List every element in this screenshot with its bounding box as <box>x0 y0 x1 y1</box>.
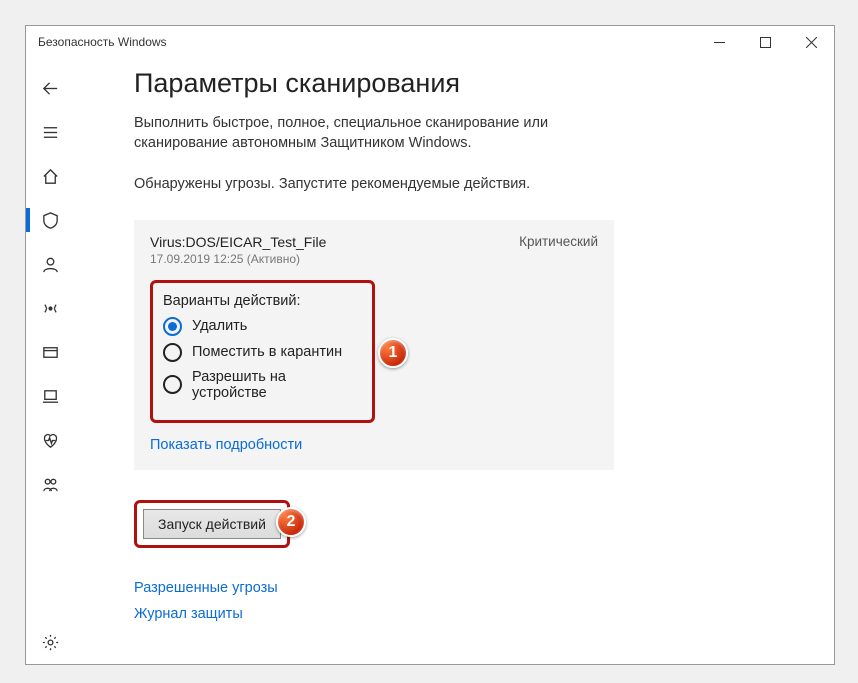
run-actions-highlight: Запуск действий <box>134 500 290 548</box>
window-body: Параметры сканирования Выполнить быстрое… <box>26 58 834 664</box>
annotation-callout-2: 2 <box>276 507 306 537</box>
window-title: Безопасность Windows <box>38 35 696 49</box>
radio-option-delete[interactable]: Удалить <box>163 317 358 336</box>
protection-history-link[interactable]: Журнал защиты <box>134 606 804 622</box>
sidebar-item-device-health[interactable] <box>26 418 74 462</box>
status-line: Обнаружены угрозы. Запустите рекомендуем… <box>134 176 804 192</box>
annotation-callout-1: 1 <box>378 338 408 368</box>
radio-label: Поместить в карантин <box>192 344 342 360</box>
bottom-links: Разрешенные угрозы Журнал защиты <box>134 580 804 622</box>
back-button[interactable] <box>26 66 74 110</box>
sidebar-item-app-control[interactable] <box>26 330 74 374</box>
radio-icon <box>163 317 182 336</box>
radio-label: Удалить <box>192 318 247 334</box>
maximize-button[interactable] <box>742 26 788 58</box>
sidebar-item-virus-protection[interactable] <box>26 198 74 242</box>
sidebar-item-firewall[interactable] <box>26 286 74 330</box>
radio-option-allow[interactable]: Разрешить на устройстве <box>163 369 358 401</box>
minimize-button[interactable] <box>696 26 742 58</box>
app-window: Безопасность Windows <box>25 25 835 665</box>
sidebar-spacer <box>26 506 74 620</box>
sidebar-item-account[interactable] <box>26 242 74 286</box>
threat-header: Virus:DOS/EICAR_Test_File Критический <box>150 234 598 250</box>
page-subtext: Выполнить быстрое, полное, специальное с… <box>134 113 594 154</box>
threat-card: Virus:DOS/EICAR_Test_File Критический 17… <box>134 220 614 470</box>
allowed-threats-link[interactable]: Разрешенные угрозы <box>134 580 804 596</box>
sidebar-item-home[interactable] <box>26 154 74 198</box>
sidebar-item-settings[interactable] <box>26 620 74 664</box>
actions-panel: Варианты действий: Удалить Поместить в к… <box>150 280 375 423</box>
sidebar-item-family[interactable] <box>26 462 74 506</box>
sidebar-item-device-security[interactable] <box>26 374 74 418</box>
run-actions-button[interactable]: Запуск действий <box>143 509 281 539</box>
titlebar: Безопасность Windows <box>26 26 834 58</box>
menu-button[interactable] <box>26 110 74 154</box>
threat-timestamp: 17.09.2019 12:25 (Активно) <box>150 252 598 266</box>
radio-icon <box>163 375 182 394</box>
radio-icon <box>163 343 182 362</box>
close-button[interactable] <box>788 26 834 58</box>
radio-label: Разрешить на устройстве <box>192 369 358 401</box>
main-content: Параметры сканирования Выполнить быстрое… <box>74 58 834 664</box>
show-details-link[interactable]: Показать подробности <box>150 437 302 453</box>
threat-name: Virus:DOS/EICAR_Test_File <box>150 234 326 250</box>
threat-severity: Критический <box>519 234 598 250</box>
sidebar <box>26 58 74 664</box>
page-title: Параметры сканирования <box>134 68 804 99</box>
actions-title: Варианты действий: <box>163 293 358 309</box>
radio-option-quarantine[interactable]: Поместить в карантин <box>163 343 358 362</box>
